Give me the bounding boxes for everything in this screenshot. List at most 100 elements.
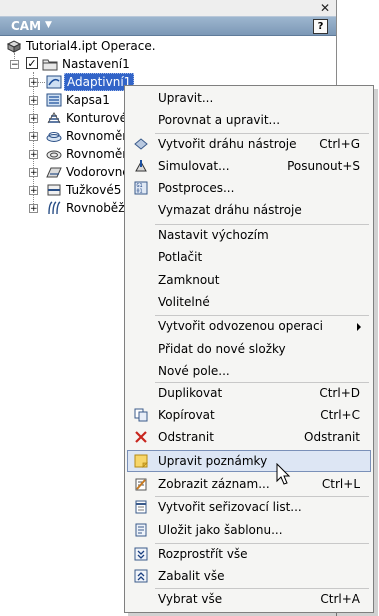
menu-item-label: Zamknout [158, 273, 220, 287]
menu-item-label: Uložit jako šablonu... [158, 523, 283, 537]
tree-operation[interactable]: + Tužkové5 [29, 181, 129, 199]
menu-item-label: Vytvořit dráhu nástroje [158, 137, 297, 151]
close-icon[interactable]: ✕ [320, 1, 330, 15]
collapse-icon[interactable]: − [10, 60, 19, 70]
pencil-operation-icon [47, 184, 61, 196]
pocket-operation-icon [46, 93, 62, 107]
menu-item-label: Vytvořit odvozenou operaci [158, 319, 323, 333]
help-icon[interactable]: ? [313, 19, 328, 34]
contour-operation-icon [47, 112, 61, 124]
expand-icon[interactable]: + [29, 132, 38, 142]
tree-setup[interactable]: − ✓ Nastavení1 [10, 55, 330, 73]
menu-item-post-process[interactable]: G1 01 Postproces... [127, 177, 371, 199]
menu-item-shortcut: Odstranit [304, 430, 360, 444]
template-icon [135, 523, 147, 537]
menu-item-new-pattern[interactable]: Nové pole... [127, 360, 371, 382]
tree-operation[interactable]: + Konturové1 [29, 109, 135, 127]
tree-operation[interactable]: + Kapsa1 [29, 91, 139, 109]
expand-icon[interactable]: + [29, 96, 38, 106]
menu-item-label: Simulovat... [158, 159, 230, 173]
menu-item-label: Vybrat vše [158, 592, 223, 606]
menu-item-shortcut: Posunout+S [287, 159, 360, 173]
checkbox-checked[interactable]: ✓ [26, 57, 38, 69]
context-menu: Upravit... Porovnat a upravit... Vytvoři… [124, 85, 374, 613]
parallel-operation-icon [48, 201, 61, 215]
menu-item-setup-sheet[interactable]: Vytvořit seřizovací list... [127, 496, 371, 518]
tree-operation-label: Tužkové5 [66, 183, 122, 197]
menu-item-suppress[interactable]: Potlačit [127, 246, 371, 268]
submenu-arrow-icon [357, 323, 361, 331]
tree-operation-label: Kapsa1 [66, 93, 110, 107]
menu-item-label: Přidat do nové složky [158, 342, 286, 356]
tree-operation-label: Rovnoběžn [66, 201, 133, 215]
menu-item-label: Vymazat dráhu nástroje [158, 203, 302, 217]
menu-item-expand-all[interactable]: Rozprostřít vše [127, 543, 371, 565]
menu-item-optional[interactable]: Volitelné [127, 291, 371, 313]
menu-item-duplicate[interactable]: Duplikovat Ctrl+D [127, 382, 371, 404]
menu-item-add-folder[interactable]: Přidat do nové složky [127, 338, 371, 360]
cam-header-bar[interactable]: CAM ▼ ? [0, 16, 336, 36]
menu-item-shortcut: Ctrl+L [321, 477, 360, 491]
menu-item-label: Zobrazit záznam... [158, 477, 270, 491]
tree-operation-label: Vodorovné [66, 165, 130, 179]
menu-item-label: Duplikovat [158, 386, 223, 400]
menu-item-lock[interactable]: Zamknout [127, 269, 371, 291]
menu-item-label: Potlačit [158, 250, 203, 264]
menu-item-shortcut: Ctrl+C [320, 408, 360, 422]
delete-icon [135, 431, 147, 443]
menu-item-label: Odstranit [158, 430, 214, 444]
expand-icon[interactable]: + [29, 150, 38, 160]
menu-item-compare-edit[interactable]: Porovnat a upravit... [127, 109, 371, 131]
tree-line [38, 82, 45, 83]
expand-icon[interactable]: + [29, 114, 38, 124]
menu-item-delete[interactable]: Odstranit Odstranit [127, 426, 371, 448]
chevron-down-icon[interactable]: ▼ [45, 20, 52, 30]
part-icon [6, 40, 22, 53]
menu-item-clear-toolpath[interactable]: Vymazat dráhu nástroje [127, 199, 371, 221]
expand-all-icon [134, 547, 148, 561]
menu-item-select-all[interactable]: Vybrat vše Ctrl+A [127, 588, 371, 610]
expand-icon[interactable]: + [29, 204, 38, 214]
copy-icon [134, 408, 148, 422]
expand-icon[interactable]: + [29, 168, 38, 178]
cam-title: CAM [11, 19, 42, 33]
menu-item-collapse-all[interactable]: Zabalit vše [127, 565, 371, 587]
menu-item-label: Volitelné [158, 295, 210, 309]
menu-item-edit[interactable]: Upravit... [127, 87, 371, 109]
tree-operation[interactable]: + Rovnoměrn [29, 145, 135, 163]
menu-item-save-template[interactable]: Uložit jako šablonu... [127, 519, 371, 541]
setup-sheet-icon [135, 500, 147, 514]
menu-item-generate[interactable]: Vytvořit dráhu nástroje Ctrl+G [127, 133, 371, 155]
expand-icon[interactable]: + [29, 186, 38, 196]
simulate-icon [135, 160, 147, 172]
menu-item-show-log[interactable]: Zobrazit záznam... Ctrl+L [127, 473, 371, 495]
menu-item-shortcut: Ctrl+G [319, 137, 360, 151]
menu-item-label: Nové pole... [158, 364, 230, 378]
menu-item-label: Upravit... [158, 91, 214, 105]
mouse-cursor-icon [276, 463, 291, 485]
tree-operation[interactable]: + Vodorovné [29, 163, 130, 181]
adaptive-operation-icon [46, 75, 62, 89]
notes-icon [134, 454, 148, 468]
scallop-operation-icon [46, 150, 62, 160]
tree-operation[interactable]: + Adaptivní1 [29, 73, 139, 91]
menu-item-copy[interactable]: Kopírovat Ctrl+C [127, 404, 371, 426]
tree-root[interactable]: Tutorial4.ipt Operace. [6, 37, 326, 55]
menu-item-label: Vytvořit seřizovací list... [158, 500, 302, 514]
tree-operation[interactable]: + Rovnoměrn [29, 127, 135, 145]
menu-item-set-default[interactable]: Nastavit výchozím [127, 224, 371, 246]
scallop-operation-icon [46, 132, 62, 142]
collapse-all-icon [134, 569, 148, 583]
log-icon [135, 478, 147, 491]
post-process-icon: G1 01 [134, 181, 148, 195]
expand-icon[interactable]: + [29, 78, 38, 88]
menu-item-edit-notes[interactable]: Upravit poznámky [127, 450, 371, 472]
menu-item-shortcut: Ctrl+D [319, 386, 360, 400]
menu-item-label: Nastavit výchozím [158, 228, 269, 242]
tree-operation[interactable]: + Rovnoběžn [29, 199, 133, 217]
menu-item-create-derived[interactable]: Vytvořit odvozenou operaci [127, 315, 371, 337]
menu-item-simulate[interactable]: Simulovat... Posunout+S [127, 155, 371, 177]
menu-item-label: Postproces... [158, 181, 235, 195]
panel-titlebar: ✕ [0, 0, 336, 16]
menu-item-label: Kopírovat [158, 408, 215, 422]
